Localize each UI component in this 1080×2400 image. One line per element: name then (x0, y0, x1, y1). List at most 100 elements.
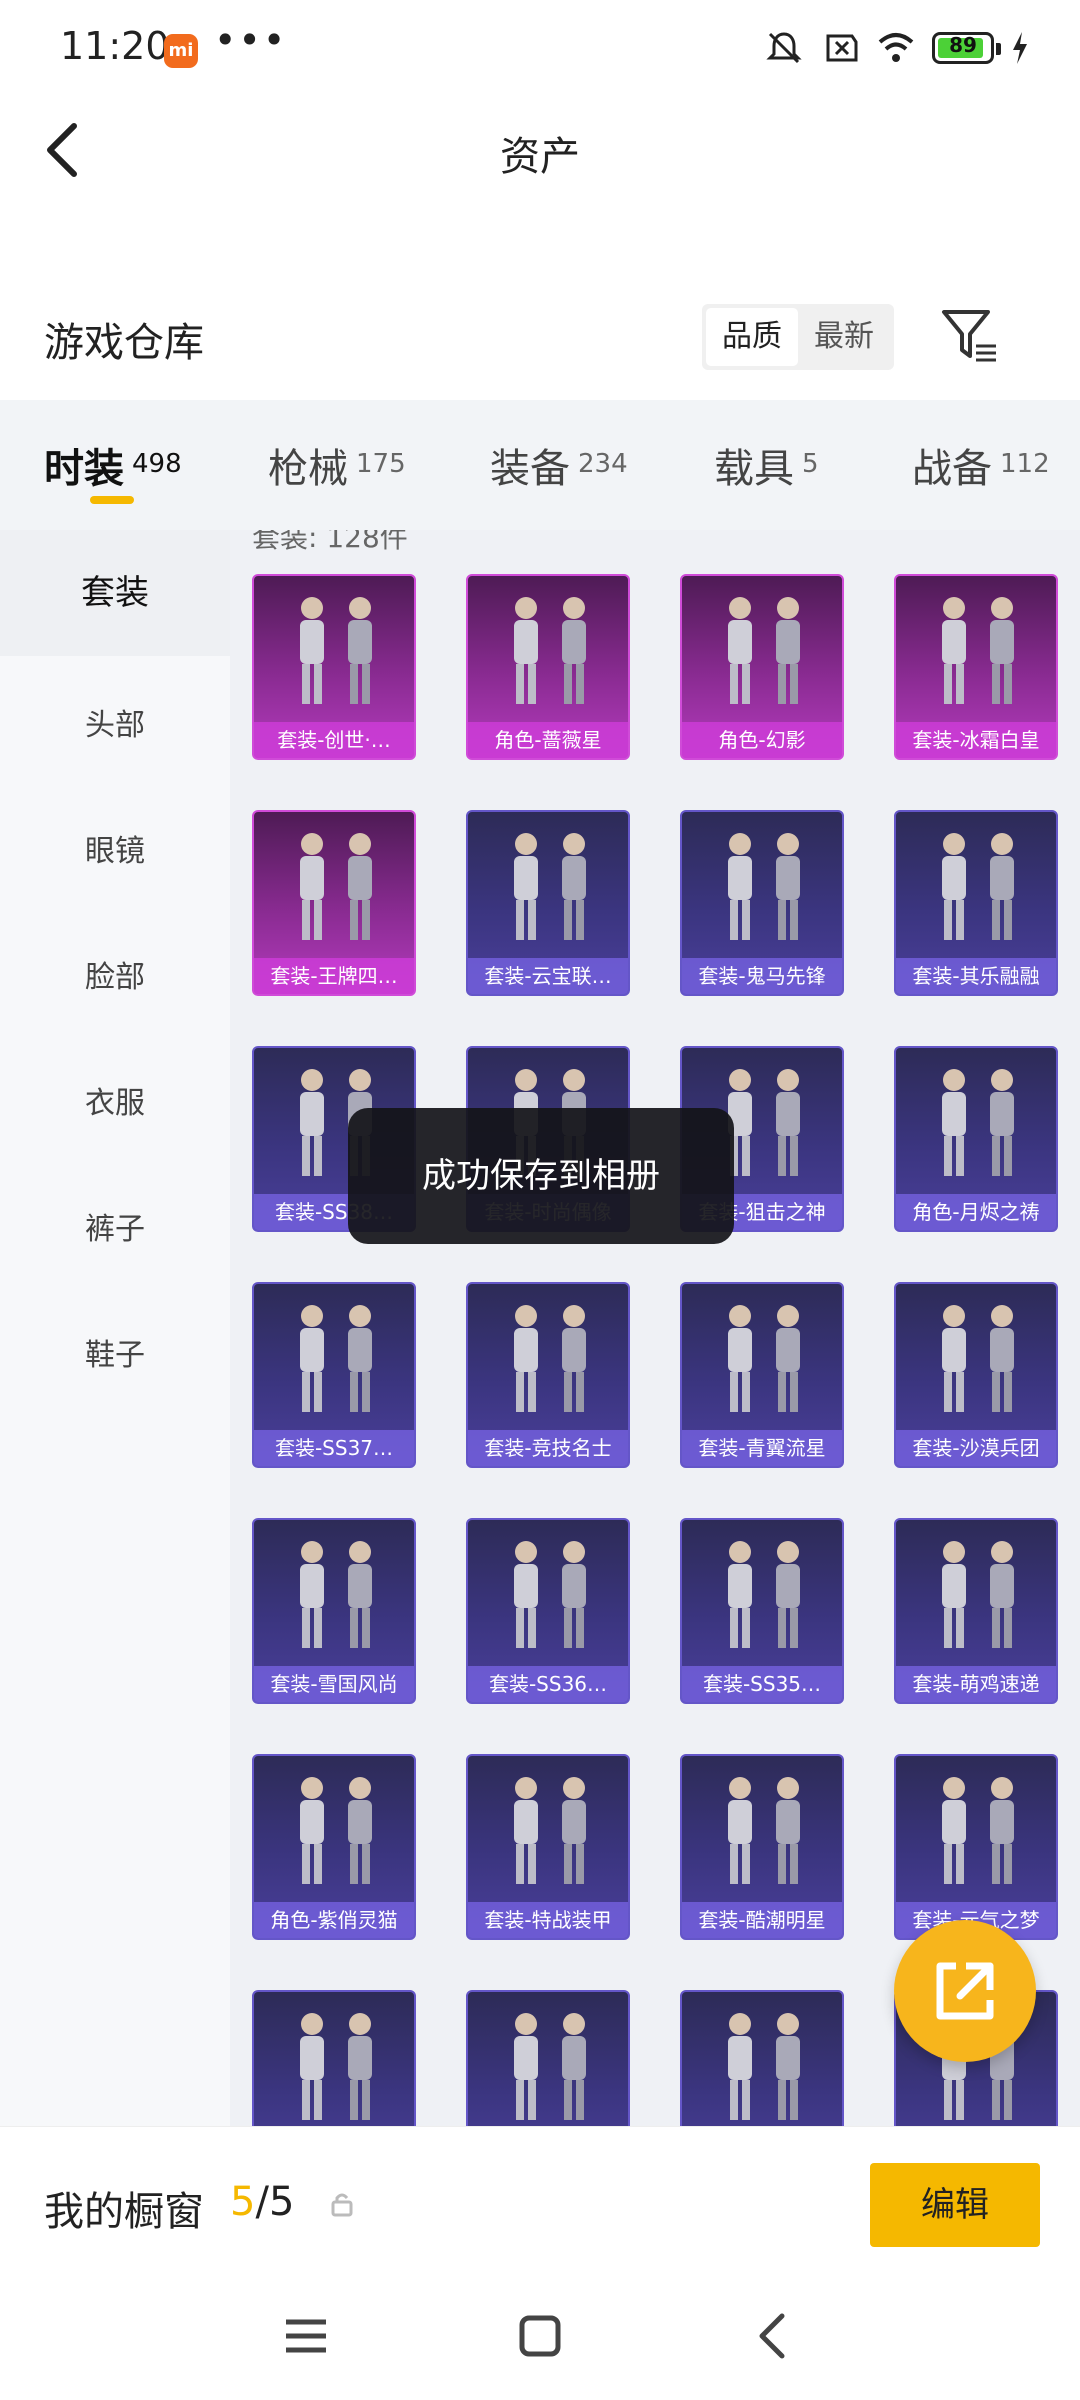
outfit-thumbnail (300, 2013, 372, 2120)
sort-toggle: 品质 最新 (702, 304, 894, 370)
item-label: 套装-特战装甲 (468, 1902, 628, 1938)
item-card[interactable]: 套装-王牌四… (252, 810, 416, 996)
item-label: 套装-青翼流星 (682, 1430, 842, 1466)
item-card[interactable]: 角色-月烬之祷 (894, 1046, 1058, 1232)
sidebar-item-head[interactable]: 头部 (0, 700, 230, 744)
item-label: 角色-蔷薇星 (468, 722, 628, 758)
sidebar: 套装 头部 眼镜 脸部 衣服 裤子 鞋子 (0, 530, 230, 2130)
outfit-thumbnail (942, 1777, 1014, 1884)
outfit-thumbnail (728, 833, 800, 940)
showcase-bar: 我的橱窗 5/5 编辑 (0, 2126, 1080, 2276)
item-card[interactable]: 套装-萌鸡速递 (894, 1518, 1058, 1704)
item-label: 套装-创世·… (254, 722, 414, 758)
outfit-thumbnail (514, 597, 586, 704)
item-card[interactable]: 套装-其乐融融 (894, 810, 1058, 996)
item-label: 套装-云宝联… (468, 958, 628, 994)
status-time: 11:20 (60, 24, 170, 68)
item-card[interactable]: 角色-蔷薇星 (466, 574, 630, 760)
item-label: 套装-鬼马先锋 (682, 958, 842, 994)
item-card[interactable]: 套装-云宝联… (466, 810, 630, 996)
system-nav-bar (0, 2276, 1080, 2400)
sidebar-item-suit[interactable]: 套装 (0, 530, 230, 656)
suit-count-label: 套装: 128件 (252, 530, 408, 554)
sidebar-item-pants[interactable]: 裤子 (0, 1204, 230, 1248)
sim-error-icon (826, 34, 858, 62)
outfit-thumbnail (942, 1069, 1014, 1176)
item-label: 套装-SS35… (682, 1666, 842, 1702)
item-grid: 套装: 128件 套装-创世·… 角色-蔷薇星 角色-幻影 套装-冰霜白皇套装-王牌四… (230, 530, 1080, 2130)
tab-count: 5 (802, 449, 819, 479)
outfit-thumbnail (300, 1777, 372, 1884)
item-card[interactable]: 套装-SS36… (466, 1518, 630, 1704)
tab-count: 498 (132, 449, 182, 479)
outfit-thumbnail (300, 1541, 372, 1648)
item-label: 套装-竞技名士 (468, 1430, 628, 1466)
item-card[interactable]: 套装-特战装甲 (466, 1754, 630, 1940)
item-card[interactable]: 套装-创世·… (252, 574, 416, 760)
item-card[interactable]: 角色-幻影 (680, 574, 844, 760)
share-button[interactable] (894, 1920, 1036, 2062)
item-card[interactable]: 套装-青翼流星 (680, 1282, 844, 1468)
outfit-thumbnail (728, 597, 800, 704)
tab-supplies[interactable]: 战备 112 (912, 436, 1050, 494)
back-icon[interactable] (744, 2306, 804, 2366)
showcase-label: 我的橱窗 (44, 2189, 204, 2235)
item-label: 套装-酷潮明星 (682, 1902, 842, 1938)
app-screen: 11:20 mi ••• 89 资产 游戏仓库 品质 最新 时装 498 枪械 … (0, 0, 1080, 2400)
sort-newest-option[interactable]: 最新 (798, 308, 890, 366)
sidebar-item-glasses[interactable]: 眼镜 (0, 826, 230, 870)
sidebar-item-clothes[interactable]: 衣服 (0, 1078, 230, 1122)
tab-count: 234 (578, 449, 628, 479)
filter-icon[interactable] (940, 306, 1002, 364)
item-card[interactable] (680, 1990, 844, 2130)
menu-icon[interactable] (276, 2306, 336, 2366)
tab-vehicles[interactable]: 载具 5 (714, 436, 819, 494)
outfit-thumbnail (728, 1777, 800, 1884)
outfit-thumbnail (728, 1305, 800, 1412)
outfit-thumbnail (942, 1541, 1014, 1648)
item-card[interactable]: 套装-雪国风尚 (252, 1518, 416, 1704)
item-label: 套装-冰霜白皇 (896, 722, 1056, 758)
sort-quality-option[interactable]: 品质 (706, 308, 798, 366)
active-tab-indicator (90, 496, 134, 504)
battery-level: 89 (949, 33, 977, 57)
mute-icon (766, 32, 802, 64)
lock-icon (331, 2193, 353, 2217)
showcase-separator: / (255, 2179, 269, 2225)
item-card[interactable]: 套装-SS35… (680, 1518, 844, 1704)
item-card[interactable]: 套装-鬼马先锋 (680, 810, 844, 996)
app-header: 资产 (0, 96, 1080, 206)
mi-app-icon: mi (164, 34, 198, 68)
outfit-thumbnail (728, 1541, 800, 1648)
item-card[interactable]: 角色-紫俏灵猫 (252, 1754, 416, 1940)
outfit-thumbnail (514, 833, 586, 940)
outfit-thumbnail (514, 1305, 586, 1412)
item-card[interactable]: 套装-SS37… (252, 1282, 416, 1468)
item-card[interactable] (466, 1990, 630, 2130)
outfit-thumbnail (300, 597, 372, 704)
home-icon[interactable] (510, 2306, 570, 2366)
item-card[interactable]: 套装-元气之梦 (894, 1754, 1058, 1940)
item-card[interactable]: 套装-冰霜白皇 (894, 574, 1058, 760)
item-label: 套装-SS36… (468, 1666, 628, 1702)
item-card[interactable]: 套装-酷潮明星 (680, 1754, 844, 1940)
outfit-thumbnail (942, 1305, 1014, 1412)
item-card[interactable]: 套装-竞技名士 (466, 1282, 630, 1468)
warehouse-title: 游戏仓库 (44, 320, 204, 366)
item-label: 套装-沙漠兵团 (896, 1430, 1056, 1466)
tab-count: 112 (1000, 449, 1050, 479)
item-label: 套装-雪国风尚 (254, 1666, 414, 1702)
tab-label: 装备 (490, 446, 570, 492)
sidebar-item-shoes[interactable]: 鞋子 (0, 1330, 230, 1374)
edit-button[interactable]: 编辑 (870, 2163, 1040, 2247)
item-card[interactable] (252, 1990, 416, 2130)
sidebar-item-face[interactable]: 脸部 (0, 952, 230, 996)
item-card[interactable]: 套装-沙漠兵团 (894, 1282, 1058, 1468)
item-label: 套装-SS37… (254, 1430, 414, 1466)
showcase-current: 5 (230, 2179, 256, 2225)
tab-label: 枪械 (268, 446, 348, 492)
showcase-count: 5/5 (230, 2179, 294, 2225)
tab-fashion[interactable]: 时装 498 (44, 436, 182, 494)
tab-equipment[interactable]: 装备 234 (490, 436, 628, 494)
tab-guns[interactable]: 枪械 175 (268, 436, 406, 494)
